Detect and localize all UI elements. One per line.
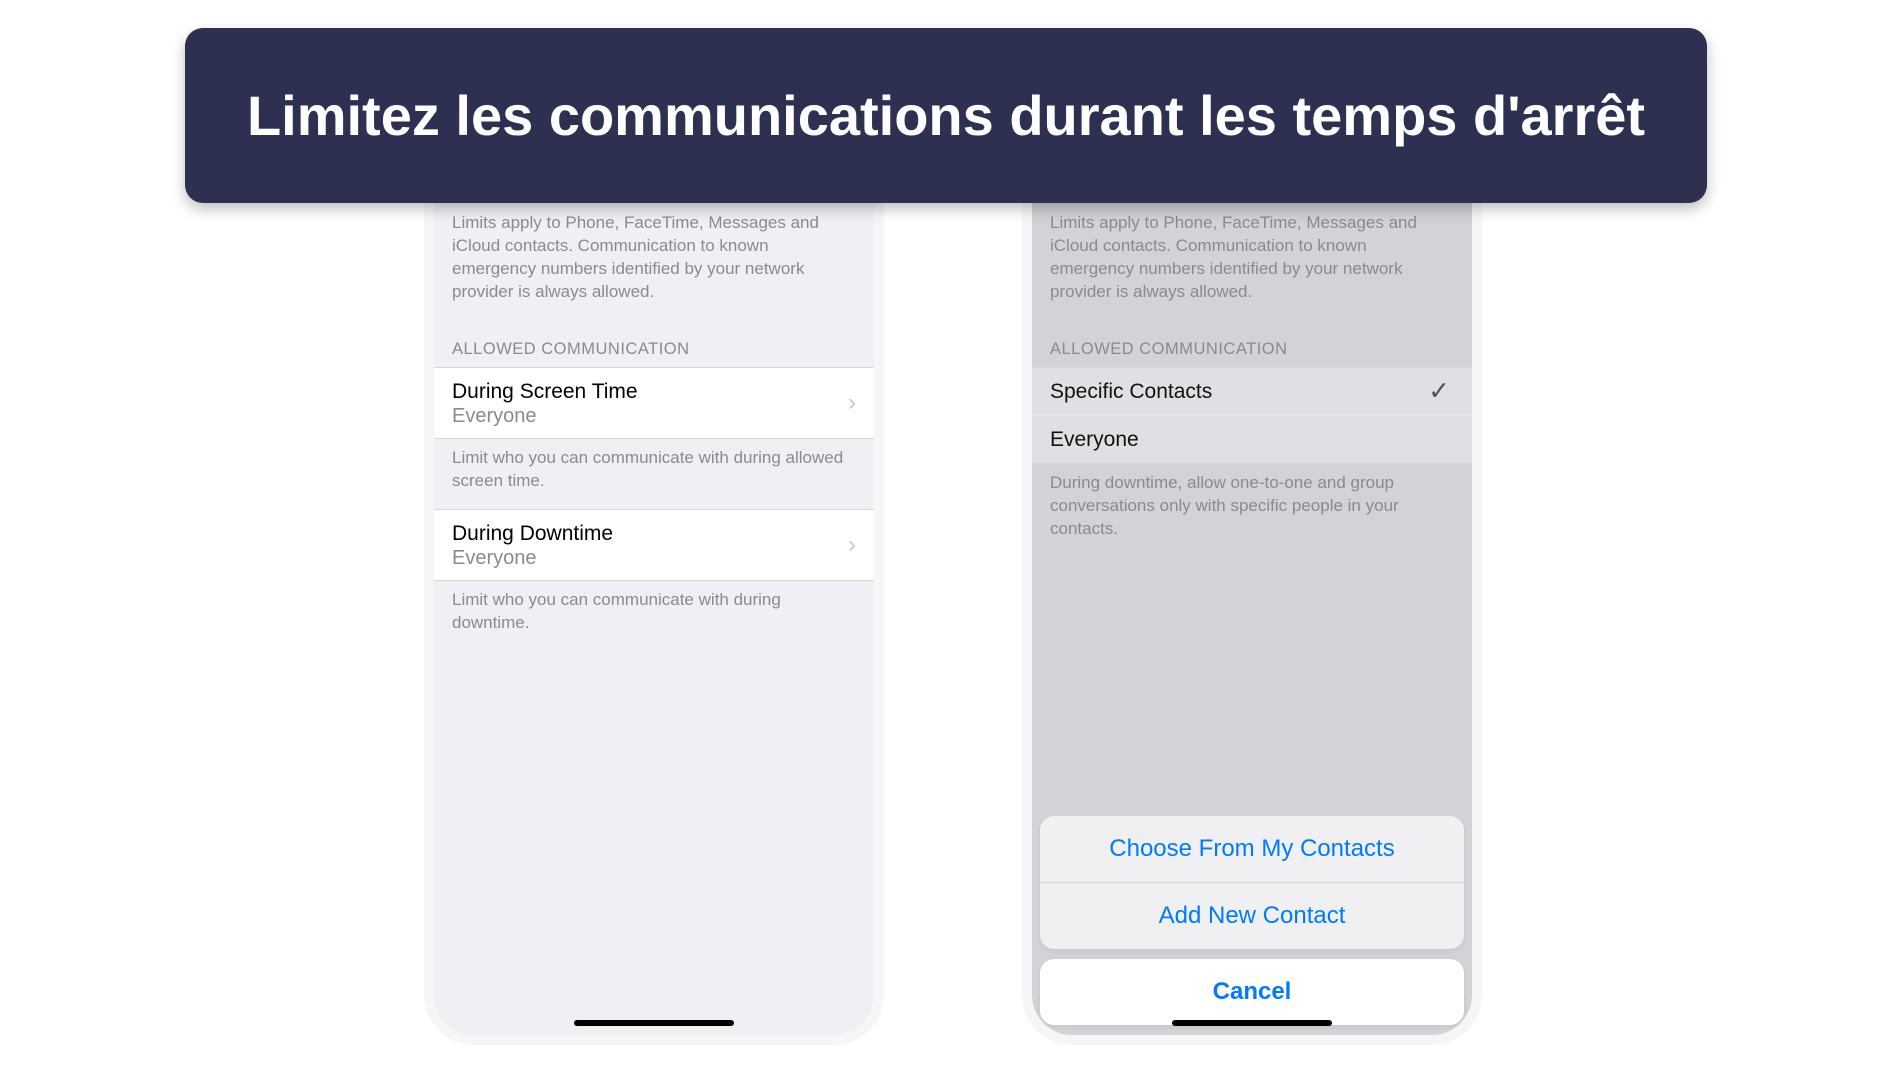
action-add-new-contact[interactable]: Add New Contact (1040, 883, 1464, 949)
communication-limits-screen: Limits apply to Phone, FaceTime, Message… (434, 200, 874, 651)
downtime-options-screen: Limits apply to Phone, FaceTime, Message… (1032, 200, 1472, 557)
action-sheet-group: Choose From My Contacts Add New Contact (1040, 816, 1464, 949)
option-everyone[interactable]: Everyone (1032, 416, 1472, 463)
section-header-allowed: ALLOWED COMMUNICATION (1032, 320, 1472, 367)
cell-subtitle: Everyone (452, 547, 856, 570)
action-sheet: Choose From My Contacts Add New Contact … (1032, 816, 1472, 1035)
option-specific-contacts[interactable]: Specific Contacts ✓ (1032, 368, 1472, 416)
cell-title: During Downtime (452, 520, 856, 547)
chevron-right-icon: › (848, 389, 856, 417)
cell-during-screen-time[interactable]: During Screen Time Everyone › (434, 368, 874, 438)
phone-right: Limits apply to Phone, FaceTime, Message… (1032, 200, 1472, 1035)
cell-during-downtime[interactable]: During Downtime Everyone › (434, 510, 874, 580)
cell-group-downtime: During Downtime Everyone › (434, 509, 874, 581)
limits-description: Limits apply to Phone, FaceTime, Message… (434, 206, 874, 320)
cell-title: During Screen Time (452, 378, 856, 405)
checkmark-icon: ✓ (1428, 376, 1450, 407)
option-title: Specific Contacts (1050, 378, 1454, 405)
cell-group-screen-time: During Screen Time Everyone › (434, 367, 874, 439)
limits-description: Limits apply to Phone, FaceTime, Message… (1032, 206, 1472, 320)
footnote-downtime-options: During downtime, allow one-to-one and gr… (1032, 464, 1472, 557)
banner-title: Limitez les communications durant les te… (247, 82, 1645, 149)
phone-left: Limits apply to Phone, FaceTime, Message… (434, 200, 874, 1035)
option-title: Everyone (1050, 426, 1454, 453)
footnote-downtime: Limit who you can communicate with durin… (434, 581, 874, 651)
section-header-allowed: ALLOWED COMMUNICATION (434, 320, 874, 367)
chevron-right-icon: › (848, 531, 856, 559)
action-cancel[interactable]: Cancel (1040, 959, 1464, 1025)
cell-group-options: Specific Contacts ✓ Everyone (1032, 367, 1472, 465)
action-choose-from-contacts[interactable]: Choose From My Contacts (1040, 816, 1464, 883)
cell-subtitle: Everyone (452, 405, 856, 428)
home-indicator[interactable] (1172, 1020, 1332, 1026)
footnote-screen-time: Limit who you can communicate with durin… (434, 439, 874, 509)
title-banner: Limitez les communications durant les te… (185, 28, 1707, 203)
home-indicator[interactable] (574, 1020, 734, 1026)
